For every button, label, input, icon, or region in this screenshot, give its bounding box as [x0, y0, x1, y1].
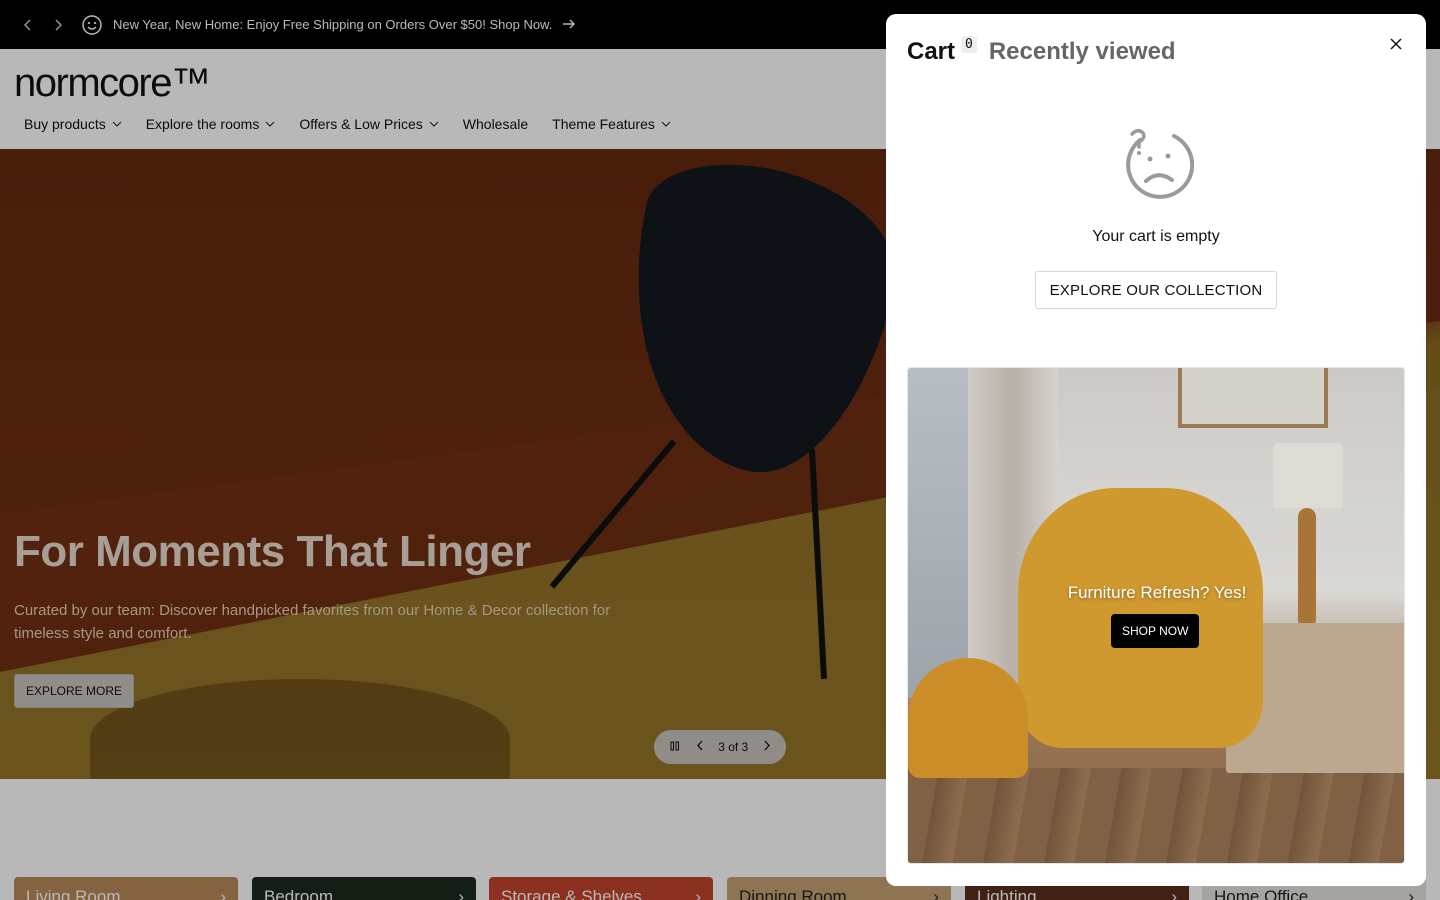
empty-cart-message: Your cart is empty: [1092, 228, 1220, 245]
explore-collection-button[interactable]: EXPLORE OUR COLLECTION: [1035, 271, 1277, 309]
drawer-tabs: Cart 0 Recently viewed: [907, 36, 1176, 66]
promo-card[interactable]: Furniture Refresh? Yes! SHOP NOW: [907, 367, 1405, 864]
close-drawer-button[interactable]: [1386, 34, 1406, 54]
sad-face-icon: [1126, 129, 1194, 199]
cart-drawer: Cart 0 Recently viewed Your cart is empt…: [886, 14, 1426, 886]
shop-now-button[interactable]: SHOP NOW: [1111, 614, 1200, 648]
tab-recently-viewed[interactable]: Recently viewed: [989, 38, 1176, 66]
cart-count-badge: 0: [961, 36, 977, 53]
promo-title: Furniture Refresh? Yes!: [1067, 583, 1247, 602]
tab-cart[interactable]: Cart: [907, 38, 955, 66]
close-icon: [1390, 38, 1402, 50]
